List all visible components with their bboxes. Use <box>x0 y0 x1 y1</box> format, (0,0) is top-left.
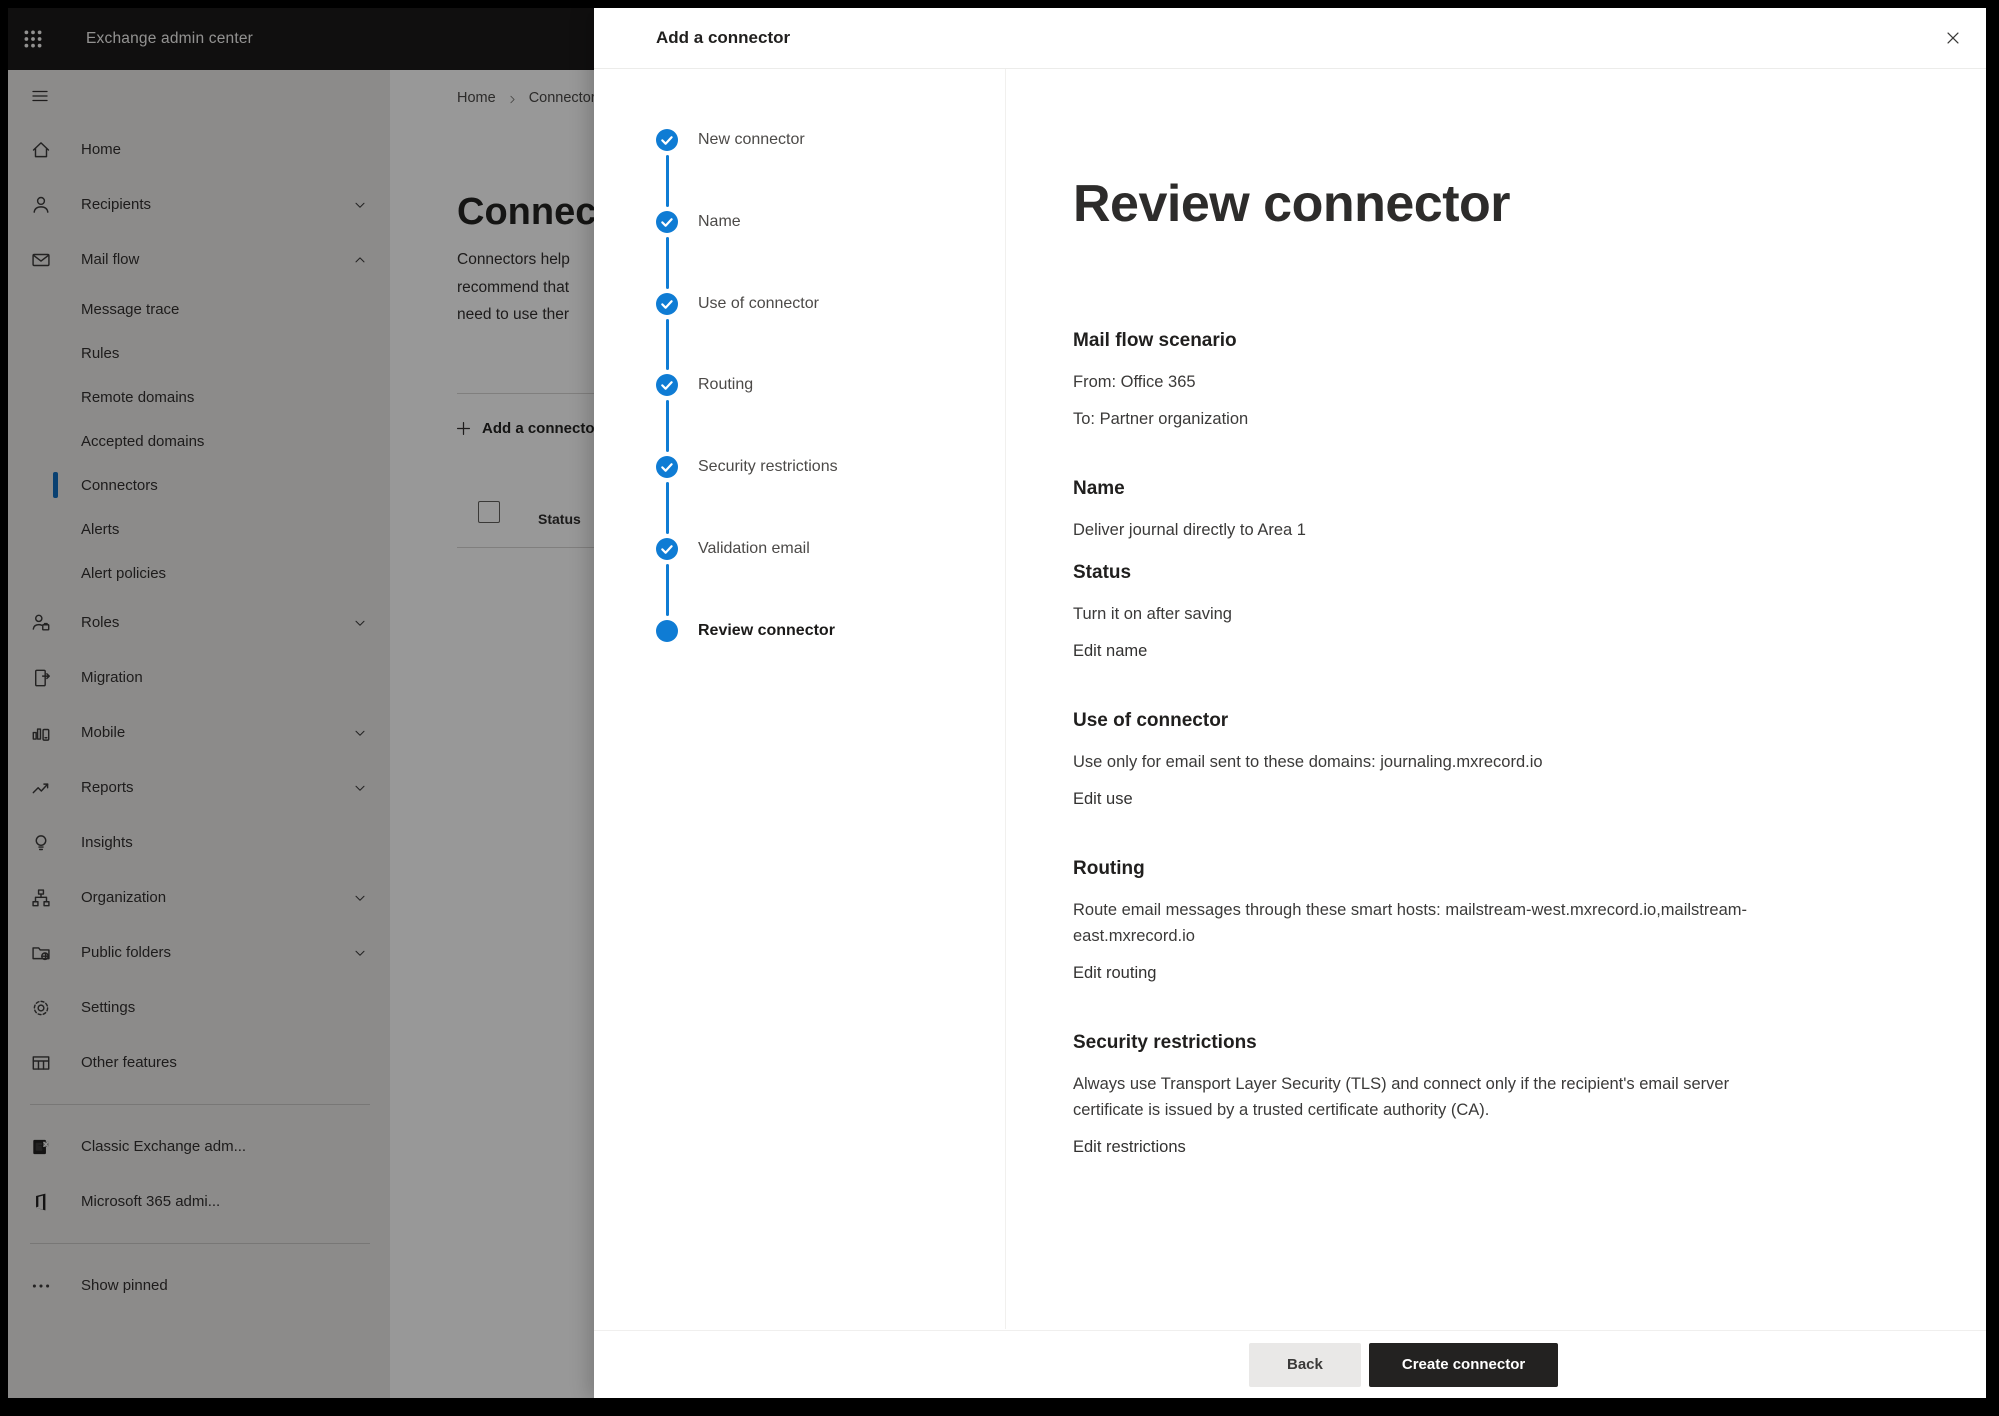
step-complete-check-icon <box>656 456 678 478</box>
section-text: Route email messages through these smart… <box>1073 897 1863 949</box>
step-label-name[interactable]: Name <box>698 209 741 235</box>
close-icon <box>1944 29 1962 47</box>
screen: Exchange admin center HomeRecipientsMail… <box>0 0 1999 1416</box>
section-heading: Mail flow scenario <box>1073 328 1873 354</box>
edit-link-edit-routing[interactable]: Edit routing <box>1073 960 1156 986</box>
review-section-mail-flow-scenario: Mail flow scenario From: Office 365 To: Pa… <box>1073 328 1873 432</box>
section-heading: Status <box>1073 560 1873 586</box>
step-complete-check-icon <box>656 293 678 315</box>
review-section-security-restrictions: Security restrictions Always use Transpor… <box>1073 1030 1873 1160</box>
review-heading: Review connector <box>1073 173 1873 235</box>
section-heading: Name <box>1073 476 1873 502</box>
edit-link-edit-name[interactable]: Edit name <box>1073 638 1147 664</box>
step-connector-line <box>666 319 669 370</box>
review-pane: Review connector Mail flow scenario From:… <box>1073 8 1873 1204</box>
step-complete-check-icon <box>656 538 678 560</box>
section-heading: Routing <box>1073 856 1873 882</box>
step-label-validation-email[interactable]: Validation email <box>698 536 810 562</box>
step-connector-line <box>666 155 669 207</box>
step-label-security-restrictions[interactable]: Security restrictions <box>698 454 838 480</box>
step-connector-line <box>666 482 669 534</box>
section-text: Use only for email sent to these domains… <box>1073 749 1863 775</box>
section-text: Always use Transport Layer Security (TLS… <box>1073 1071 1863 1123</box>
step-label-use-of-connector[interactable]: Use of connector <box>698 291 819 317</box>
wizard-stepper: New connector Name Use of connector Routing… <box>594 8 1005 1330</box>
section-text: From: Office 365 <box>1073 369 1863 395</box>
section-text: To: Partner organization <box>1073 406 1863 432</box>
modal-overlay <box>8 8 594 1398</box>
step-complete-check-icon <box>656 374 678 396</box>
close-button[interactable] <box>1938 23 1968 53</box>
wizard-footer: Back Create connector <box>594 1330 1986 1398</box>
step-label-routing[interactable]: Routing <box>698 372 753 398</box>
step-connector-line <box>666 564 669 616</box>
section-text: Deliver journal directly to Area 1 <box>1073 517 1863 543</box>
edit-link-edit-use[interactable]: Edit use <box>1073 786 1133 812</box>
divider <box>1005 69 1006 1329</box>
section-heading: Use of connector <box>1073 708 1873 734</box>
review-section-routing: Routing Route email messages through thes… <box>1073 856 1873 986</box>
add-connector-wizard: Add a connector New connectorNameUse of … <box>594 8 1986 1398</box>
step-connector-line <box>666 237 669 289</box>
create-connector-button[interactable]: Create connector <box>1369 1343 1558 1387</box>
step-complete-check-icon <box>656 129 678 151</box>
exchange-admin-app: Exchange admin center HomeRecipientsMail… <box>8 8 1986 1398</box>
review-section-name: Name Deliver journal directly to Area 1 St… <box>1073 476 1873 664</box>
step-label-review-connector[interactable]: Review connector <box>698 618 835 644</box>
edit-link-edit-restrictions[interactable]: Edit restrictions <box>1073 1134 1186 1160</box>
step-connector-line <box>666 400 669 452</box>
back-button[interactable]: Back <box>1249 1343 1361 1387</box>
section-text: Turn it on after saving <box>1073 601 1863 627</box>
review-sections: Mail flow scenario From: Office 365 To: Pa… <box>1073 328 1873 1160</box>
section-heading: Security restrictions <box>1073 1030 1873 1056</box>
step-complete-check-icon <box>656 211 678 233</box>
review-section-use-of-connector: Use of connector Use only for email sent … <box>1073 708 1873 812</box>
step-current-dot-icon <box>656 620 678 642</box>
step-label-new-connector[interactable]: New connector <box>698 127 805 153</box>
